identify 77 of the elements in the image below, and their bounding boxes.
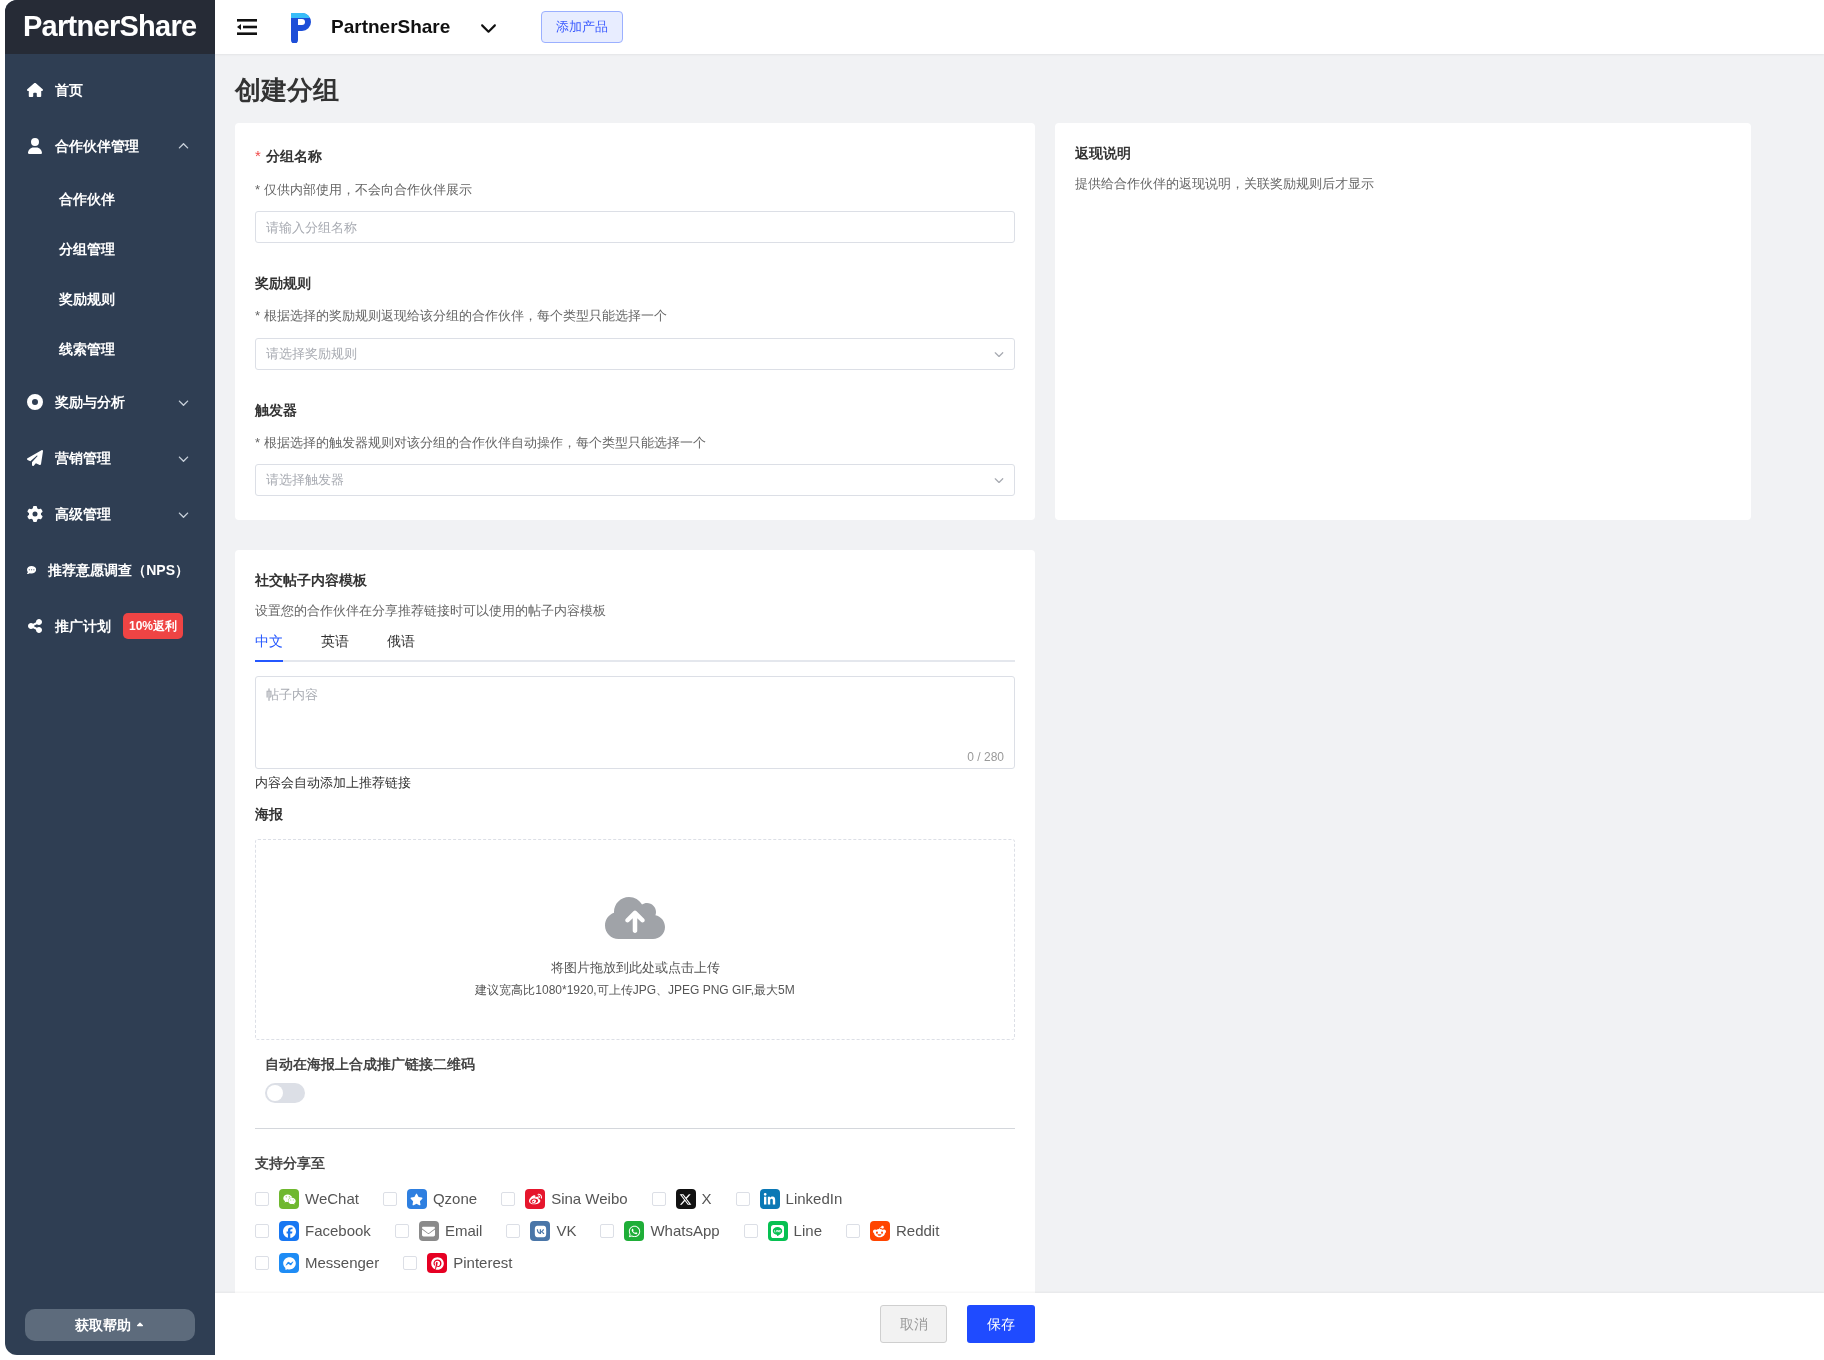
platform-label: Facebook	[305, 1220, 371, 1241]
checkbox[interactable]	[743, 1224, 758, 1238]
person-icon	[27, 138, 43, 154]
toggle-switch[interactable]	[265, 1083, 305, 1103]
paper-plane-icon	[27, 450, 43, 466]
checkbox[interactable]	[600, 1224, 615, 1238]
sidebar-item[interactable]: 奖励与分析	[5, 374, 215, 430]
app-logo: PartnerShare	[5, 0, 215, 54]
checkbox[interactable]	[506, 1224, 521, 1238]
required-mark: *	[255, 146, 261, 166]
language-tab[interactable]: 俄语	[387, 630, 415, 662]
lifebuoy-icon	[27, 394, 43, 410]
save-button[interactable]: 保存	[967, 1305, 1035, 1343]
sidebar-item[interactable]: 首页	[5, 62, 215, 118]
section-title: 社交帖子内容模板	[255, 571, 368, 590]
upload-text: 将图片拖放到此处或点击上传	[550, 958, 720, 977]
platform-label: Qzone	[432, 1188, 478, 1209]
platform-label: Reddit	[895, 1220, 940, 1241]
platform-label: WhatsApp	[650, 1220, 720, 1241]
share-icon	[27, 618, 43, 634]
menu-icon[interactable]	[237, 19, 257, 35]
sidebar-subitem[interactable]: 分组管理	[5, 224, 215, 274]
checkbox[interactable]	[382, 1192, 397, 1206]
field-label: 触发器	[255, 400, 297, 420]
section-title: 返现说明	[1075, 144, 1132, 163]
post-note: 内容会自动添加上推荐链接	[255, 773, 412, 792]
sidebar-item[interactable]: 推荐意愿调查（NPS）	[5, 542, 215, 598]
app-logo-icon	[289, 11, 313, 43]
field-hint: * 根据选择的触发器规则对该分组的合作伙伴自动操作，每个类型只能选择一个	[255, 433, 706, 452]
platform-label: Line	[793, 1220, 822, 1241]
poster-label: 海报	[255, 805, 284, 824]
sidebar-subitem[interactable]: 奖励规则	[5, 274, 215, 324]
checkbox[interactable]	[501, 1192, 516, 1206]
share-label: 支持分享至	[255, 1154, 326, 1173]
checkbox[interactable]	[394, 1224, 409, 1238]
chevron-icon	[994, 475, 1004, 485]
language-tab[interactable]: 中文	[255, 630, 283, 662]
input-field[interactable]: 请输入分组名称	[255, 211, 1015, 243]
page-title: 创建分组	[235, 74, 340, 107]
checkbox[interactable]	[255, 1256, 269, 1270]
product-name: PartnerShare	[331, 14, 451, 39]
checkbox[interactable]	[403, 1256, 418, 1270]
checkbox[interactable]	[255, 1192, 269, 1206]
sidebar-subitem[interactable]: 线索管理	[5, 324, 215, 374]
sidebar-item[interactable]: 推广计划 10%返利	[5, 598, 215, 654]
checkbox[interactable]	[735, 1192, 750, 1206]
help-button[interactable]: 获取帮助	[25, 1309, 195, 1341]
checkbox[interactable]	[845, 1224, 860, 1238]
toggle-label: 自动在海报上合成推广链接二维码	[265, 1055, 476, 1074]
checkbox[interactable]	[255, 1224, 269, 1238]
platform-label: Email	[444, 1220, 483, 1241]
section-description: 设置您的合作伙伴在分享推荐链接时可以使用的帖子内容模板	[255, 602, 607, 620]
field-label: 奖励规则	[255, 274, 311, 293]
platform-label: WeChat	[305, 1188, 359, 1209]
home-icon	[27, 82, 43, 98]
sidebar-item[interactable]: 合作伙伴管理	[5, 118, 215, 174]
gear-icon	[27, 506, 43, 522]
sidebar-item[interactable]: 高级管理	[5, 486, 215, 542]
checkbox[interactable]	[651, 1192, 666, 1206]
field-label: 分组名称	[265, 146, 322, 166]
platform-label: X	[701, 1188, 712, 1209]
add-product-button[interactable]: 添加产品	[541, 11, 624, 43]
platform-label: Pinterest	[453, 1252, 513, 1273]
language-tab[interactable]: 英语	[321, 630, 349, 662]
promo-badge: 10%返利	[123, 613, 184, 639]
platform-label: LinkedIn	[785, 1188, 843, 1209]
upload-area[interactable]: 将图片拖放到此处或点击上传 建议宽高比1080*1920,可上传JPG、JPEG PNG GIF,最大5M	[255, 839, 1015, 1040]
sidebar-subitem[interactable]: 合作伙伴	[5, 174, 215, 224]
character-counter: 0 / 280	[967, 748, 1004, 766]
sidebar-item[interactable]: 营销管理	[5, 430, 215, 486]
upload-hint: 建议宽高比1080*1920,可上传JPG、JPEG PNG GIF,最大5M	[475, 982, 795, 1000]
platform-label: VK	[556, 1220, 577, 1241]
platform-label: Sina Weibo	[551, 1188, 628, 1209]
field-hint: * 仅供内部使用，不会向合作伙伴展示	[255, 180, 472, 199]
field-hint: * 根据选择的奖励规则返现给该分组的合作伙伴，每个类型只能选择一个	[255, 307, 667, 325]
section-description: 提供给合作伙伴的返现说明，关联奖励规则后才显示	[1075, 175, 1375, 193]
platform-label: Messenger	[305, 1252, 380, 1273]
